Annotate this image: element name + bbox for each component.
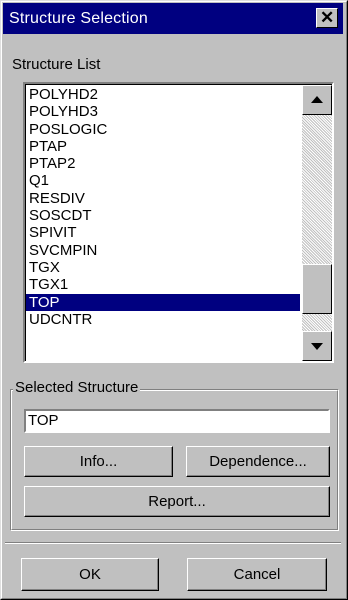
close-button[interactable]: ✕ bbox=[316, 8, 338, 28]
list-item[interactable]: TGX bbox=[26, 259, 300, 276]
scrollbar-thumb[interactable] bbox=[302, 264, 332, 314]
structure-list-label: Structure List bbox=[12, 56, 101, 73]
list-item[interactable]: POLYHD2 bbox=[26, 86, 300, 103]
list-item[interactable]: SVCMPIN bbox=[26, 242, 300, 259]
cancel-button[interactable]: Cancel bbox=[187, 558, 327, 591]
scroll-up-button[interactable] bbox=[302, 85, 332, 115]
selected-structure-input[interactable]: TOP bbox=[24, 409, 330, 433]
ok-button[interactable]: OK bbox=[21, 558, 159, 591]
ok-button-label: OK bbox=[79, 566, 101, 583]
list-item[interactable]: POSLOGIC bbox=[26, 121, 300, 138]
list-item[interactable]: PTAP bbox=[26, 138, 300, 155]
dependence-button-label: Dependence... bbox=[209, 453, 307, 470]
list-item[interactable]: RESDIV bbox=[26, 190, 300, 207]
structure-listbox[interactable]: POLYHD2 POLYHD3 POSLOGIC PTAP PTAP2 Q1 RESDIV S… bbox=[23, 82, 334, 363]
vertical-scrollbar[interactable] bbox=[302, 85, 332, 361]
dependence-button[interactable]: Dependence... bbox=[186, 446, 330, 477]
info-button-label: Info... bbox=[79, 453, 118, 470]
close-icon: ✕ bbox=[320, 8, 335, 27]
list-item[interactable]: SOSCDT bbox=[26, 207, 300, 224]
selected-structure-legend: Selected Structure bbox=[13, 379, 141, 396]
list-item[interactable]: UDCNTR bbox=[26, 311, 300, 328]
list-item[interactable]: SPIVIT bbox=[26, 224, 300, 241]
info-button[interactable]: Info... bbox=[24, 446, 173, 477]
listbox-frame: POLYHD2 POLYHD3 POSLOGIC PTAP PTAP2 Q1 RESDIV S… bbox=[25, 84, 332, 361]
scroll-down-button[interactable] bbox=[302, 331, 332, 361]
report-button-label: Report... bbox=[148, 493, 206, 510]
report-button[interactable]: Report... bbox=[24, 486, 330, 517]
structure-list-items: POLYHD2 POLYHD3 POSLOGIC PTAP PTAP2 Q1 RESDIV S… bbox=[26, 86, 300, 328]
scroll-down-arrow-icon bbox=[311, 343, 323, 350]
list-item[interactable]: Q1 bbox=[26, 172, 300, 189]
footer-divider bbox=[5, 542, 341, 544]
list-item[interactable]: PTAP2 bbox=[26, 155, 300, 172]
list-item-selected[interactable]: TOP bbox=[26, 293, 300, 311]
list-item[interactable]: TGX1 bbox=[26, 276, 300, 293]
title-bar[interactable]: Structure Selection ✕ bbox=[3, 3, 343, 34]
window-title: Structure Selection bbox=[9, 10, 148, 27]
cancel-button-label: Cancel bbox=[233, 566, 281, 583]
selected-structure-value: TOP bbox=[28, 412, 59, 429]
list-item[interactable]: POLYHD3 bbox=[26, 103, 300, 120]
structure-selection-dialog: Structure Selection ✕ Structure List POL… bbox=[0, 0, 348, 600]
scroll-up-arrow-icon bbox=[311, 96, 323, 103]
